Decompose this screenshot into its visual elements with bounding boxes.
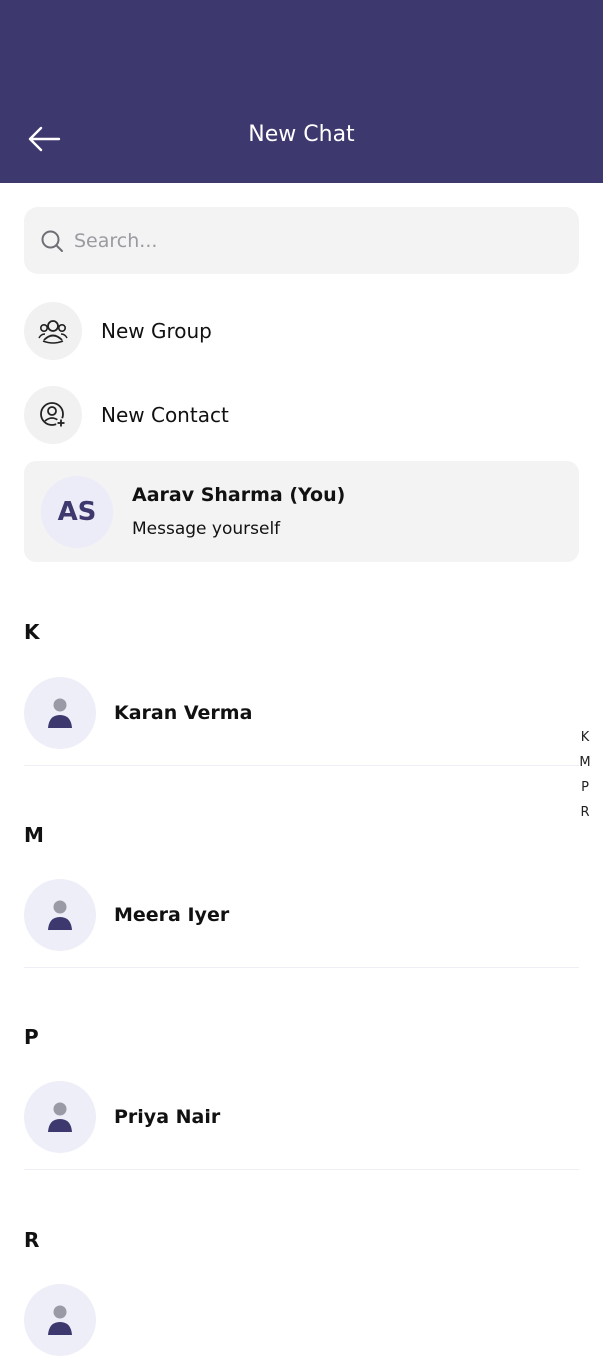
contact-row[interactable]: Meera Iyer	[24, 879, 579, 968]
add-contact-icon-container	[24, 386, 82, 444]
new-contact-label: New Contact	[101, 403, 229, 427]
self-name: Aarav Sharma (You)	[132, 484, 346, 506]
app-header: New Chat	[0, 0, 603, 183]
avatar	[24, 879, 96, 951]
new-contact-button[interactable]: New Contact	[24, 385, 579, 445]
group-icon	[38, 320, 68, 344]
avatar	[24, 1284, 96, 1356]
avatar: AS	[41, 476, 113, 548]
search-input[interactable]	[72, 219, 556, 262]
index-letter-m[interactable]: M	[579, 753, 590, 778]
person-icon	[48, 1102, 72, 1132]
section-header-r: R	[24, 1228, 40, 1252]
person-icon	[48, 900, 72, 930]
index-letter-r[interactable]: R	[580, 803, 589, 828]
contact-name: Meera Iyer	[114, 904, 230, 926]
person-icon	[48, 1305, 72, 1335]
section-header-p: P	[24, 1025, 39, 1049]
person-icon	[48, 698, 72, 728]
contact-row[interactable]: Priya Nair	[24, 1081, 579, 1170]
search-bar[interactable]	[24, 207, 579, 274]
index-letter-p[interactable]: P	[581, 778, 589, 803]
add-contact-icon	[40, 402, 66, 428]
avatar	[24, 1081, 96, 1153]
contact-row[interactable]: Karan Verma	[24, 677, 579, 766]
index-letter-k[interactable]: K	[581, 728, 590, 753]
alphabet-index: K M P R	[570, 728, 600, 828]
self-subtitle: Message yourself	[132, 519, 281, 539]
contact-name: Karan Verma	[114, 702, 253, 724]
avatar	[24, 677, 96, 749]
search-icon	[40, 229, 64, 253]
new-group-button[interactable]: New Group	[24, 301, 579, 361]
contact-name: Priya Nair	[114, 1106, 221, 1128]
section-header-k: K	[24, 620, 40, 644]
section-header-m: M	[24, 823, 44, 847]
contact-row[interactable]	[24, 1284, 579, 1372]
group-icon-container	[24, 302, 82, 360]
page-title: New Chat	[248, 122, 355, 147]
self-chat-card[interactable]: AS Aarav Sharma (You) Message yourself	[24, 461, 579, 562]
new-group-label: New Group	[101, 319, 212, 343]
